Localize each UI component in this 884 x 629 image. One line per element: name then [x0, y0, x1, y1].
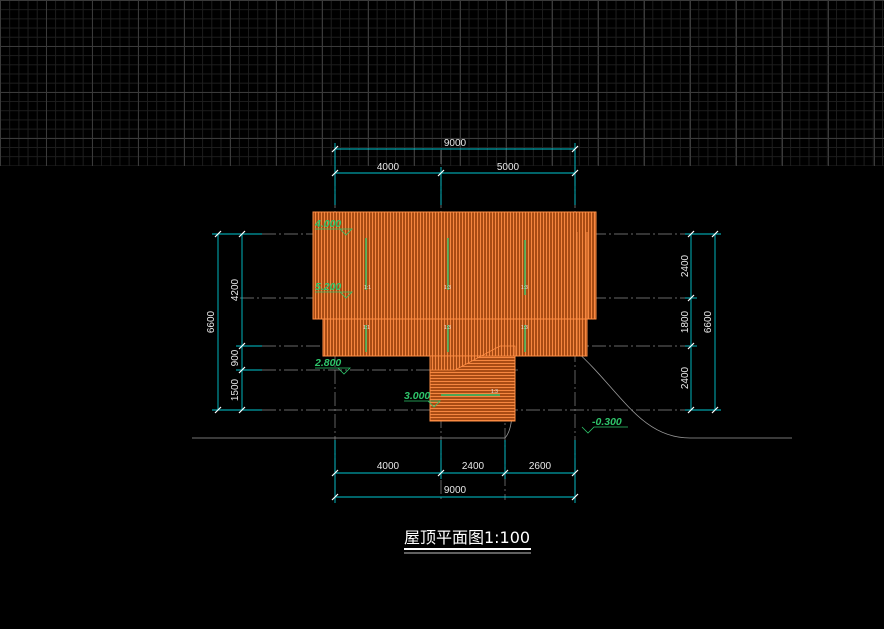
- drawing-title: 屋顶平面图1:100: [404, 528, 530, 547]
- right-dimension-segment: 1800: [680, 310, 691, 333]
- top-dimension-segment: 4000: [377, 162, 400, 173]
- slope-label: 1:3: [521, 325, 528, 331]
- cad-viewport[interactable]: 1:1 1:3 1:3 1:1 1:3 1:3 1:3 4.000 5.200 …: [0, 0, 884, 629]
- left-dimension-segment: 900: [230, 349, 241, 366]
- right-dimension-segment: 2400: [680, 366, 691, 389]
- elevation-label: -0.300: [592, 416, 622, 428]
- roof-plan-drawing: 1:1 1:3 1:3 1:1 1:3 1:3 1:3 4.000 5.200 …: [192, 138, 792, 554]
- bottom-dimension-segment: 4000: [377, 461, 400, 472]
- left-dimension-segment: 4200: [230, 278, 241, 301]
- slope-label: 1:3: [444, 285, 451, 291]
- right-overall-dimension: 6600: [703, 310, 714, 333]
- bottom-dimension-segment: 2600: [529, 461, 552, 472]
- bottom-dimension-segment: 2400: [462, 461, 485, 472]
- roof-main: [312, 211, 597, 422]
- elevation-label: 2.800: [314, 357, 341, 369]
- slope-label: 1:3: [521, 285, 528, 291]
- slope-label: 1:1: [363, 325, 370, 331]
- elevation-label: 3.000: [404, 390, 430, 402]
- left-dimension-segment: 1500: [230, 378, 241, 401]
- slope-label: 1:3: [444, 325, 451, 331]
- drawing-title-block: 屋顶平面图1:100: [404, 528, 531, 554]
- elevation-label: 5.200: [315, 281, 341, 293]
- right-dimension-segment: 2400: [680, 254, 691, 277]
- slope-label: 1:3: [491, 389, 498, 395]
- top-overall-dimension: 9000: [444, 138, 467, 149]
- left-overall-dimension: 6600: [206, 310, 217, 333]
- bottom-overall-dimension: 9000: [444, 485, 467, 496]
- elevation-label: 4.000: [314, 218, 341, 230]
- top-dimension-segment: 5000: [497, 162, 520, 173]
- slope-label: 1:1: [364, 285, 371, 291]
